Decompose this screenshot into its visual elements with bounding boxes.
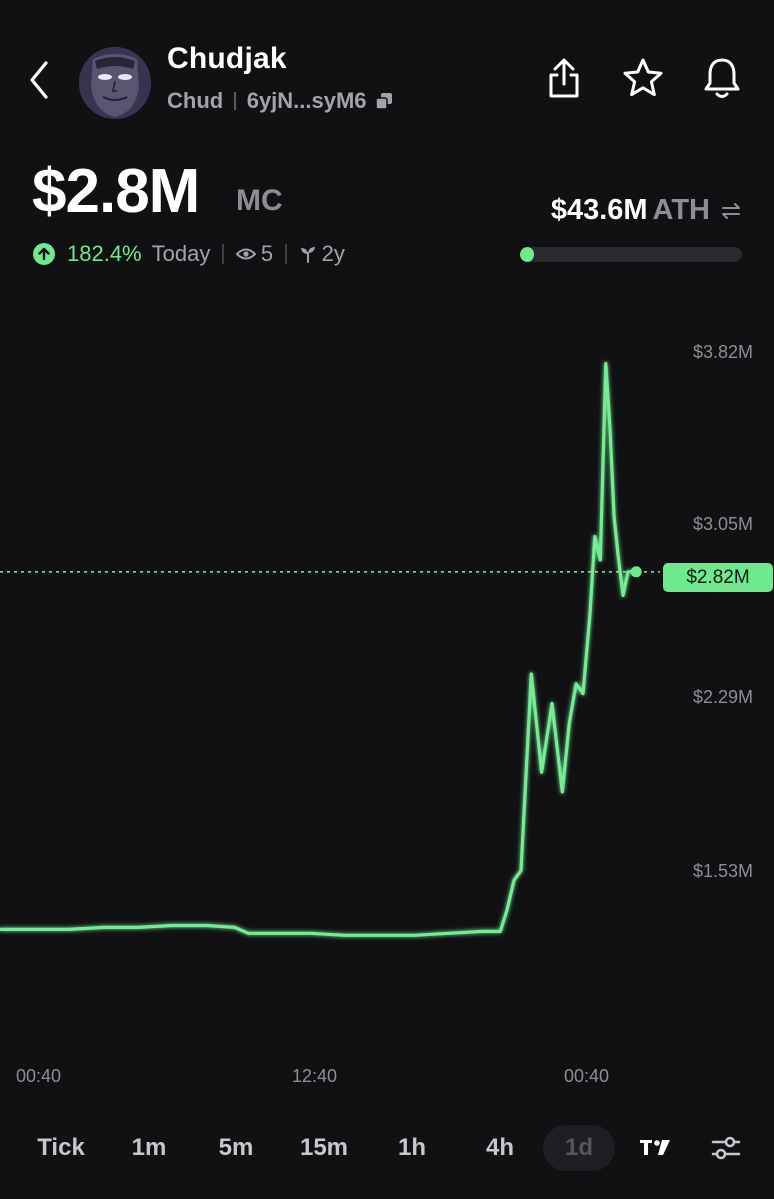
timeframe-1d[interactable]: 1d [543,1125,615,1171]
arrow-up-circle-icon [33,243,55,265]
divider [285,244,287,264]
x-axis-label: 00:40 [564,1066,610,1086]
copy-icon[interactable] [374,92,393,110]
price-line [0,362,638,937]
token-avatar [79,47,151,119]
current-price-dot [630,566,642,578]
y-axis-label: $3.82M [692,342,753,362]
token-subtitle: Chud 6yjN...syM6 [167,88,393,114]
sliders-icon[interactable] [710,1134,742,1162]
token-ticker: Chud [167,88,224,113]
x-axis-label: 00:40 [16,1066,62,1086]
chevron-left-icon [30,61,48,99]
share-icon [549,58,579,98]
watchers-count: 5 [260,241,274,266]
market-cap-label: MC [236,184,283,217]
contract-address[interactable]: 6yjN...syM6 [247,88,367,114]
alerts-button[interactable] [697,52,747,104]
timeframe-1h[interactable]: 1h [382,1125,442,1171]
timeframe-1m[interactable]: 1m [119,1125,179,1171]
market-cap-value: $2.8M [32,157,200,226]
token-name: Chudjak [167,42,287,75]
divider [234,92,236,110]
timeframe-4h[interactable]: 4h [470,1125,530,1171]
favorite-button[interactable] [618,52,668,104]
ath-progress-bar [520,247,742,262]
x-axis-label: 12:40 [292,1066,338,1086]
change-row: 182.4% Today 5 2y [33,241,345,267]
ath-row[interactable]: $43.6M ATH [551,194,742,227]
timeframe-15m[interactable]: 15m [290,1125,358,1171]
ath-label: ATH [652,194,710,226]
price-chart[interactable] [0,300,774,1060]
sprout-icon [299,245,317,263]
timeframe-tick[interactable]: Tick [27,1125,95,1171]
share-button[interactable] [540,52,588,104]
divider [222,244,224,264]
back-button[interactable] [22,58,56,102]
token-age: 2y [321,241,345,266]
y-axis-label: $2.29M [692,687,753,707]
star-icon [623,58,663,97]
current-price-tag: $2.82M [663,563,773,592]
ath-progress-fill [520,247,535,262]
bell-icon [704,58,740,98]
eye-icon [235,247,256,261]
change-period: Today [151,241,211,266]
y-axis-label: $3.05M [692,514,753,534]
change-percent: 182.4% [67,241,142,266]
tradingview-icon[interactable] [638,1135,672,1159]
swap-icon[interactable] [720,201,742,221]
ath-value: $43.6M [550,194,648,226]
timeframe-5m[interactable]: 5m [206,1125,266,1171]
timeframe-selector: Tick 1m 5m 15m 1h 4h 1d [0,1125,774,1171]
y-axis-label: $1.53M [692,861,753,881]
